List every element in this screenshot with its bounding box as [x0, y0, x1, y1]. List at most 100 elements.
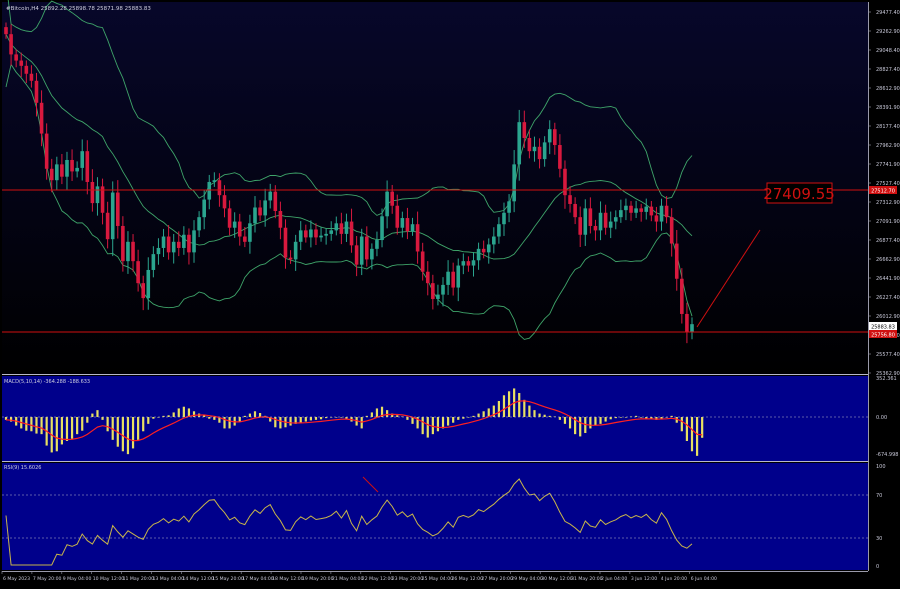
candle-body[interactable]: [527, 137, 532, 152]
candle-body[interactable]: [110, 192, 115, 240]
candle-body[interactable]: [131, 241, 135, 262]
candle-body[interactable]: [258, 207, 262, 216]
candle-body[interactable]: [547, 129, 552, 143]
candle-body[interactable]: [461, 261, 466, 266]
candle-body[interactable]: [4, 27, 8, 35]
candle-body[interactable]: [70, 159, 74, 172]
candle-body[interactable]: [49, 168, 54, 181]
candle-body[interactable]: [9, 34, 13, 55]
candle-body[interactable]: [146, 269, 151, 299]
candle-body[interactable]: [166, 236, 171, 253]
candle-body[interactable]: [283, 227, 288, 258]
candle-body[interactable]: [217, 180, 222, 196]
candle-body[interactable]: [268, 191, 273, 201]
candle-body[interactable]: [222, 195, 227, 209]
candle-body[interactable]: [644, 206, 649, 212]
candle-body[interactable]: [19, 60, 24, 66]
candle-body[interactable]: [537, 146, 542, 160]
candle-body[interactable]: [359, 236, 364, 265]
candle-body[interactable]: [405, 218, 410, 232]
candle-body[interactable]: [664, 205, 669, 218]
candle-body[interactable]: [85, 151, 90, 182]
candle-body[interactable]: [298, 230, 303, 242]
candle-body[interactable]: [141, 283, 145, 299]
candle-body[interactable]: [690, 324, 694, 332]
candle-body[interactable]: [354, 245, 359, 265]
candle-body[interactable]: [497, 224, 501, 237]
candle-body[interactable]: [34, 80, 39, 103]
candle-body[interactable]: [126, 241, 130, 262]
candle-body[interactable]: [441, 284, 445, 295]
candle-body[interactable]: [263, 200, 267, 216]
candle-body[interactable]: [65, 159, 69, 177]
candle-body[interactable]: [375, 240, 379, 249]
candle-body[interactable]: [80, 151, 85, 168]
candle-body[interactable]: [629, 205, 633, 213]
candle-body[interactable]: [339, 223, 344, 234]
candle-body[interactable]: [395, 205, 400, 228]
candle-body[interactable]: [471, 260, 476, 266]
candle-body[interactable]: [237, 221, 242, 237]
candle-body[interactable]: [619, 210, 623, 218]
candle-body[interactable]: [517, 122, 522, 165]
candle-body[interactable]: [197, 217, 201, 231]
candle-body[interactable]: [593, 225, 598, 231]
candle-body[interactable]: [425, 271, 430, 284]
candle-body[interactable]: [410, 224, 415, 232]
candle-body[interactable]: [624, 205, 628, 211]
candle-body[interactable]: [207, 181, 212, 200]
candle-body[interactable]: [334, 223, 339, 231]
candle-body[interactable]: [674, 243, 679, 279]
candle-body[interactable]: [90, 181, 95, 204]
candle-body[interactable]: [507, 201, 511, 213]
candle-body[interactable]: [553, 129, 557, 146]
candle-body[interactable]: [364, 236, 369, 260]
candle-body[interactable]: [568, 195, 572, 204]
candle-body[interactable]: [273, 191, 278, 212]
candle-body[interactable]: [115, 192, 120, 226]
candle-body[interactable]: [685, 313, 689, 332]
candle-body[interactable]: [532, 146, 537, 152]
candle-body[interactable]: [121, 225, 125, 262]
candle-body[interactable]: [293, 241, 298, 260]
candle-body[interactable]: [466, 261, 471, 266]
candle-body[interactable]: [156, 247, 161, 255]
candle-body[interactable]: [161, 236, 166, 248]
candle-body[interactable]: [344, 221, 349, 234]
candle-body[interactable]: [588, 208, 593, 226]
candle-body[interactable]: [370, 248, 374, 260]
candle-body[interactable]: [390, 191, 394, 206]
candle-body[interactable]: [598, 212, 603, 231]
candle-body[interactable]: [75, 167, 79, 172]
candle-body[interactable]: [542, 142, 547, 160]
candle-body[interactable]: [278, 211, 283, 228]
candle-body[interactable]: [502, 212, 506, 225]
candle-body[interactable]: [573, 203, 577, 218]
candle-body[interactable]: [212, 180, 217, 182]
candle-body[interactable]: [44, 133, 49, 169]
candle-body[interactable]: [400, 218, 405, 228]
candle-body[interactable]: [649, 206, 654, 216]
candle-body[interactable]: [314, 229, 318, 238]
candle-body[interactable]: [29, 73, 34, 81]
candle-body[interactable]: [151, 254, 156, 270]
candle-body[interactable]: [319, 235, 323, 238]
chart-canvas[interactable]: 27409.55 #Bitcoin,H4 25892.28 25898.78 2…: [0, 0, 900, 585]
candle-body[interactable]: [171, 241, 176, 253]
candle-body[interactable]: [512, 164, 516, 202]
candle-body[interactable]: [583, 208, 588, 235]
candle-body[interactable]: [253, 207, 257, 224]
candle-body[interactable]: [680, 278, 684, 314]
candle-body[interactable]: [436, 294, 440, 299]
candle-body[interactable]: [202, 199, 206, 218]
candle-body[interactable]: [446, 271, 450, 285]
candle-body[interactable]: [182, 234, 186, 248]
candle-body[interactable]: [431, 283, 435, 299]
candle-body[interactable]: [95, 186, 100, 204]
candle-body[interactable]: [136, 261, 140, 284]
candle-body[interactable]: [55, 164, 59, 181]
candle-body[interactable]: [324, 233, 328, 236]
candle-body[interactable]: [659, 205, 664, 222]
candle-body[interactable]: [288, 257, 293, 260]
candle-body[interactable]: [60, 164, 64, 177]
